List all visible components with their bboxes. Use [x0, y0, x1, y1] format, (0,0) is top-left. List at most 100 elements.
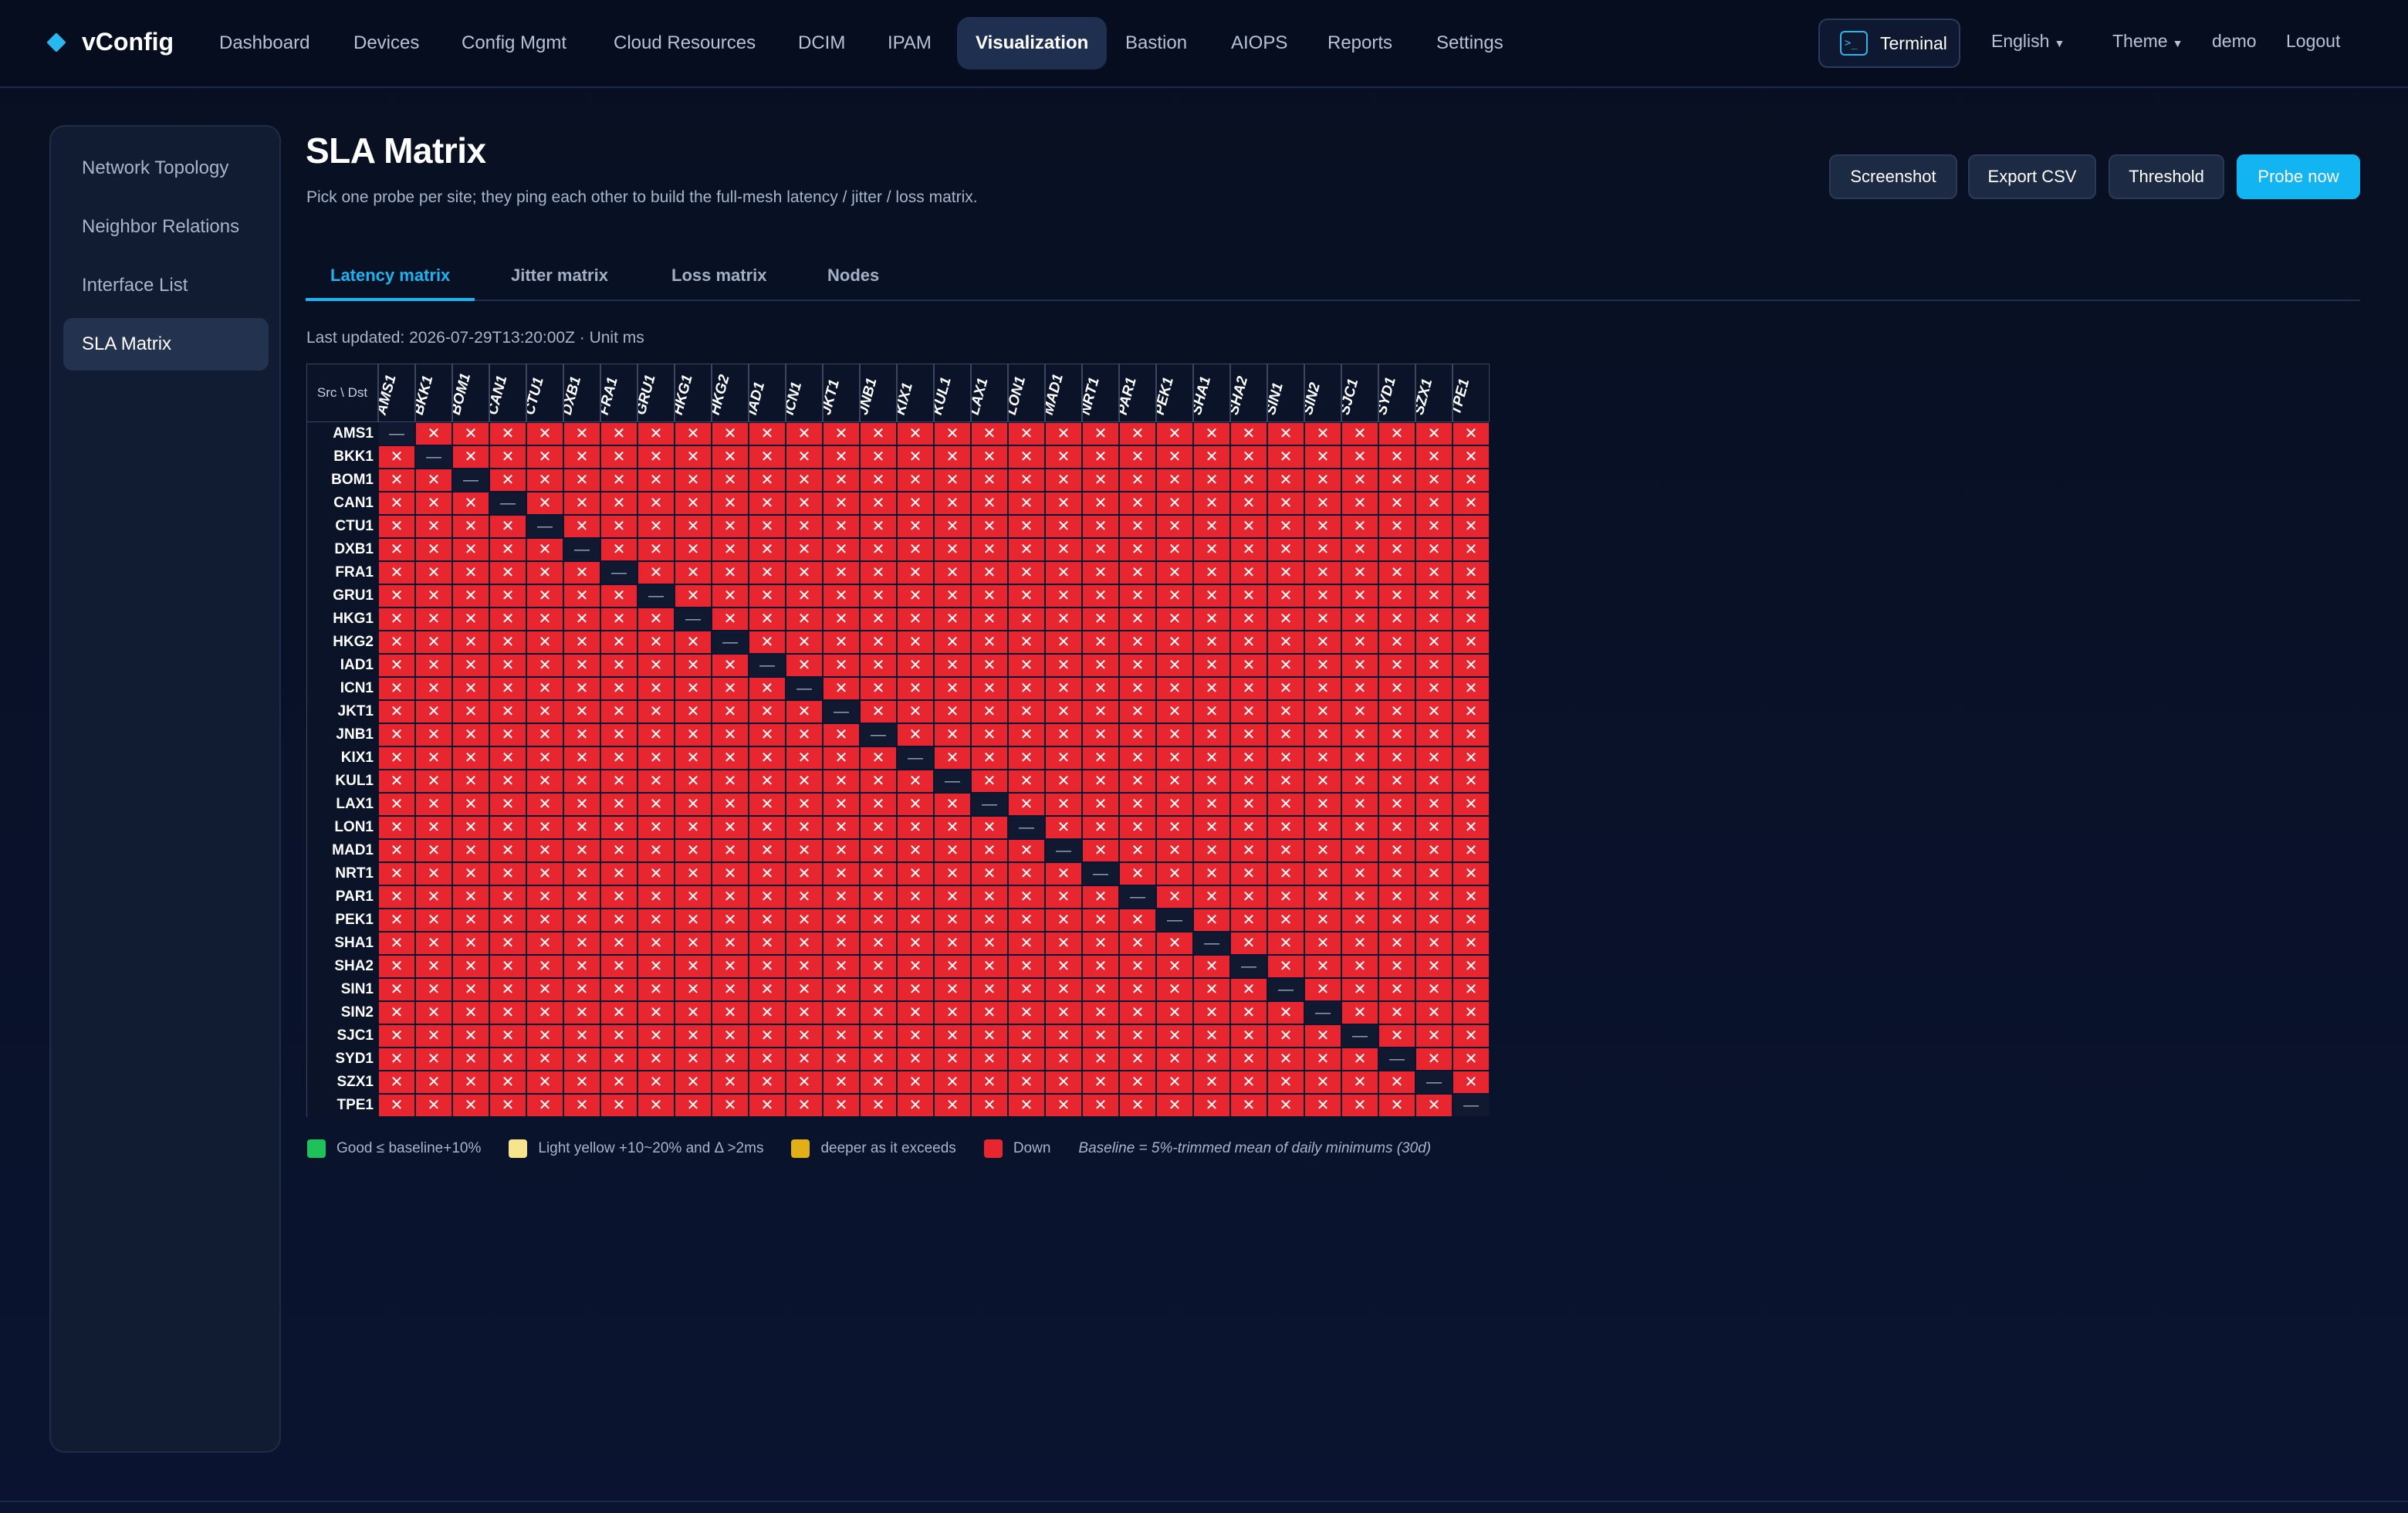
- matrix-cell-down[interactable]: ✕: [971, 608, 1008, 631]
- matrix-cell-down[interactable]: ✕: [934, 561, 971, 584]
- matrix-cell-down[interactable]: ✕: [786, 885, 823, 909]
- matrix-cell-down[interactable]: ✕: [489, 1048, 526, 1071]
- matrix-cell-down[interactable]: ✕: [1008, 793, 1045, 816]
- matrix-cell-down[interactable]: ✕: [378, 538, 415, 561]
- matrix-cell-down[interactable]: ✕: [1341, 955, 1378, 978]
- matrix-cell-down[interactable]: ✕: [1008, 631, 1045, 654]
- matrix-cell-down[interactable]: ✕: [786, 932, 823, 955]
- matrix-cell-down[interactable]: ✕: [971, 654, 1008, 677]
- matrix-cell-down[interactable]: ✕: [1119, 909, 1156, 932]
- matrix-cell-down[interactable]: ✕: [749, 1071, 786, 1094]
- matrix-cell-down[interactable]: ✕: [638, 608, 675, 631]
- matrix-cell-down[interactable]: ✕: [1156, 1071, 1193, 1094]
- matrix-cell-down[interactable]: ✕: [638, 746, 675, 770]
- matrix-cell-down[interactable]: ✕: [1341, 608, 1378, 631]
- matrix-cell-down[interactable]: ✕: [897, 1001, 934, 1024]
- matrix-cell-down[interactable]: ✕: [415, 978, 452, 1001]
- matrix-cell-down[interactable]: ✕: [1082, 1001, 1119, 1024]
- matrix-cell-down[interactable]: ✕: [600, 538, 638, 561]
- matrix-cell-down[interactable]: ✕: [1267, 955, 1304, 978]
- matrix-cell-down[interactable]: ✕: [1045, 700, 1082, 723]
- matrix-cell-down[interactable]: ✕: [1453, 1071, 1490, 1094]
- matrix-cell-down[interactable]: ✕: [1119, 584, 1156, 608]
- matrix-cell-down[interactable]: ✕: [563, 608, 600, 631]
- matrix-cell-down[interactable]: ✕: [378, 1094, 415, 1117]
- matrix-cell-down[interactable]: ✕: [1267, 932, 1304, 955]
- matrix-cell-down[interactable]: ✕: [786, 770, 823, 793]
- matrix-cell-down[interactable]: ✕: [1230, 608, 1267, 631]
- matrix-cell-down[interactable]: ✕: [971, 746, 1008, 770]
- matrix-cell-down[interactable]: ✕: [1267, 422, 1304, 445]
- matrix-cell-down[interactable]: ✕: [675, 1094, 712, 1117]
- matrix-cell-down[interactable]: ✕: [600, 1071, 638, 1094]
- matrix-cell-down[interactable]: ✕: [934, 746, 971, 770]
- matrix-cell-down[interactable]: ✕: [489, 700, 526, 723]
- matrix-cell-down[interactable]: ✕: [526, 885, 563, 909]
- matrix-cell-down[interactable]: ✕: [712, 561, 749, 584]
- matrix-cell-down[interactable]: ✕: [749, 561, 786, 584]
- matrix-cell-down[interactable]: ✕: [712, 1094, 749, 1117]
- matrix-cell-down[interactable]: ✕: [934, 1071, 971, 1094]
- matrix-cell-down[interactable]: ✕: [452, 515, 489, 538]
- matrix-cell-down[interactable]: ✕: [1119, 746, 1156, 770]
- matrix-cell-down[interactable]: ✕: [1156, 862, 1193, 885]
- matrix-cell-down[interactable]: ✕: [934, 955, 971, 978]
- matrix-cell-down[interactable]: ✕: [823, 515, 860, 538]
- matrix-cell-down[interactable]: ✕: [897, 978, 934, 1001]
- matrix-cell-down[interactable]: ✕: [823, 723, 860, 746]
- matrix-cell-down[interactable]: ✕: [823, 955, 860, 978]
- matrix-cell-down[interactable]: ✕: [638, 839, 675, 862]
- matrix-cell-down[interactable]: ✕: [452, 654, 489, 677]
- matrix-cell-down[interactable]: ✕: [415, 561, 452, 584]
- matrix-cell-down[interactable]: ✕: [452, 839, 489, 862]
- matrix-cell-down[interactable]: ✕: [1045, 608, 1082, 631]
- matrix-cell-down[interactable]: ✕: [1415, 422, 1453, 445]
- export-csv-button[interactable]: Export CSV: [1968, 154, 2096, 199]
- tab-nodes[interactable]: Nodes: [803, 266, 904, 301]
- matrix-cell-down[interactable]: ✕: [452, 1001, 489, 1024]
- matrix-cell-self[interactable]: —: [1267, 978, 1304, 1001]
- matrix-cell-down[interactable]: ✕: [563, 862, 600, 885]
- matrix-cell-down[interactable]: ✕: [563, 955, 600, 978]
- matrix-cell-down[interactable]: ✕: [638, 1001, 675, 1024]
- matrix-cell-down[interactable]: ✕: [378, 932, 415, 955]
- matrix-cell-down[interactable]: ✕: [1193, 723, 1230, 746]
- matrix-cell-down[interactable]: ✕: [897, 862, 934, 885]
- matrix-cell-down[interactable]: ✕: [1008, 770, 1045, 793]
- matrix-cell-down[interactable]: ✕: [489, 746, 526, 770]
- matrix-cell-down[interactable]: ✕: [638, 469, 675, 492]
- matrix-cell-down[interactable]: ✕: [638, 723, 675, 746]
- matrix-cell-down[interactable]: ✕: [638, 862, 675, 885]
- matrix-cell-down[interactable]: ✕: [1193, 909, 1230, 932]
- screenshot-button[interactable]: Screenshot: [1829, 154, 1957, 199]
- matrix-cell-self[interactable]: —: [600, 561, 638, 584]
- matrix-cell-down[interactable]: ✕: [1341, 746, 1378, 770]
- matrix-cell-down[interactable]: ✕: [675, 839, 712, 862]
- matrix-cell-down[interactable]: ✕: [1008, 584, 1045, 608]
- matrix-cell-down[interactable]: ✕: [600, 955, 638, 978]
- matrix-cell-down[interactable]: ✕: [1230, 538, 1267, 561]
- matrix-cell-down[interactable]: ✕: [526, 654, 563, 677]
- matrix-cell-down[interactable]: ✕: [897, 515, 934, 538]
- matrix-cell-down[interactable]: ✕: [675, 723, 712, 746]
- matrix-cell-down[interactable]: ✕: [452, 723, 489, 746]
- matrix-cell-down[interactable]: ✕: [526, 723, 563, 746]
- matrix-cell-down[interactable]: ✕: [1045, 1024, 1082, 1048]
- matrix-cell-down[interactable]: ✕: [1045, 469, 1082, 492]
- matrix-cell-down[interactable]: ✕: [897, 631, 934, 654]
- matrix-cell-down[interactable]: ✕: [1045, 654, 1082, 677]
- matrix-cell-down[interactable]: ✕: [452, 1024, 489, 1048]
- matrix-cell-down[interactable]: ✕: [1045, 770, 1082, 793]
- matrix-cell-down[interactable]: ✕: [1267, 538, 1304, 561]
- matrix-cell-down[interactable]: ✕: [1341, 932, 1378, 955]
- matrix-cell-down[interactable]: ✕: [1008, 1048, 1045, 1071]
- matrix-cell-down[interactable]: ✕: [1193, 839, 1230, 862]
- matrix-cell-down[interactable]: ✕: [675, 515, 712, 538]
- matrix-cell-down[interactable]: ✕: [823, 492, 860, 515]
- matrix-cell-down[interactable]: ✕: [749, 538, 786, 561]
- matrix-cell-down[interactable]: ✕: [1230, 723, 1267, 746]
- matrix-cell-down[interactable]: ✕: [638, 793, 675, 816]
- matrix-cell-down[interactable]: ✕: [1341, 839, 1378, 862]
- matrix-cell-down[interactable]: ✕: [1230, 492, 1267, 515]
- matrix-cell-down[interactable]: ✕: [823, 1071, 860, 1094]
